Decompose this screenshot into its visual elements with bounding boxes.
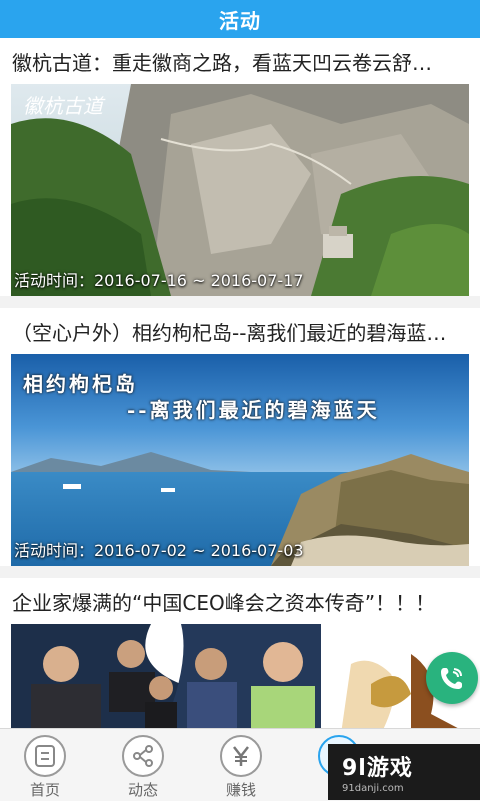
image-logo: 徽杭古道 <box>23 94 103 118</box>
activity-card[interactable]: 企业家爆满的“中国CEO峰会之资本传奇”！！！ <box>0 578 480 728</box>
watermark-brand: 9l游戏 <box>342 756 413 781</box>
activity-image[interactable]: 相约枸杞岛 --离我们最近的碧海蓝天 活动时间：2016-07-02 ~ 201… <box>11 354 469 566</box>
ceo-summit-photo <box>11 624 469 728</box>
image-caption: 相约枸杞岛 <box>23 372 138 396</box>
call-button[interactable] <box>426 652 478 704</box>
activity-date: 活动时间：2016-07-02 ~ 2016-07-03 <box>14 541 304 560</box>
watermark-logo: 9l游戏 91danji.com <box>328 744 480 800</box>
phone-icon <box>441 668 462 689</box>
activity-date: 活动时间：2016-07-16 ~ 2016-07-17 <box>14 271 304 290</box>
activity-feed[interactable]: 徽杭古道：重走徽商之路，看蓝天凹云卷云舒… 徽杭古道 活动时间：2016-07-… <box>0 38 480 728</box>
tab-dynamics[interactable]: 动态 <box>98 729 194 801</box>
tab-earn[interactable]: 赚钱 <box>196 729 292 801</box>
header-bar: 活动 <box>0 0 480 38</box>
tab-label: 首页 <box>29 781 60 799</box>
activity-card[interactable]: （空心户外）相约枸杞岛--离我们最近的碧海蓝… 相约枸杞岛 --离我们最近的碧海… <box>0 308 480 566</box>
activity-card[interactable]: 徽杭古道：重走徽商之路，看蓝天凹云卷云舒… 徽杭古道 活动时间：2016-07-… <box>0 38 480 296</box>
activity-title[interactable]: （空心户外）相约枸杞岛--离我们最近的碧海蓝… <box>0 308 480 354</box>
tab-label: 赚钱 <box>225 781 256 799</box>
tab-label: 动态 <box>127 781 158 799</box>
watermark-url: 91danji.com <box>342 783 404 794</box>
activity-image[interactable] <box>11 624 469 728</box>
share-icon <box>122 735 164 777</box>
home-icon <box>24 735 66 777</box>
activity-image[interactable]: 徽杭古道 活动时间：2016-07-16 ~ 2016-07-17 <box>11 84 469 296</box>
page-title: 活动 <box>219 8 261 33</box>
yen-icon <box>220 735 262 777</box>
activity-title[interactable]: 徽杭古道：重走徽商之路，看蓝天凹云卷云舒… <box>0 38 480 84</box>
tab-home[interactable]: 首页 <box>0 729 96 801</box>
image-caption: --离我们最近的碧海蓝天 <box>127 398 380 422</box>
activity-title[interactable]: 企业家爆满的“中国CEO峰会之资本传奇”！！！ <box>0 578 480 624</box>
